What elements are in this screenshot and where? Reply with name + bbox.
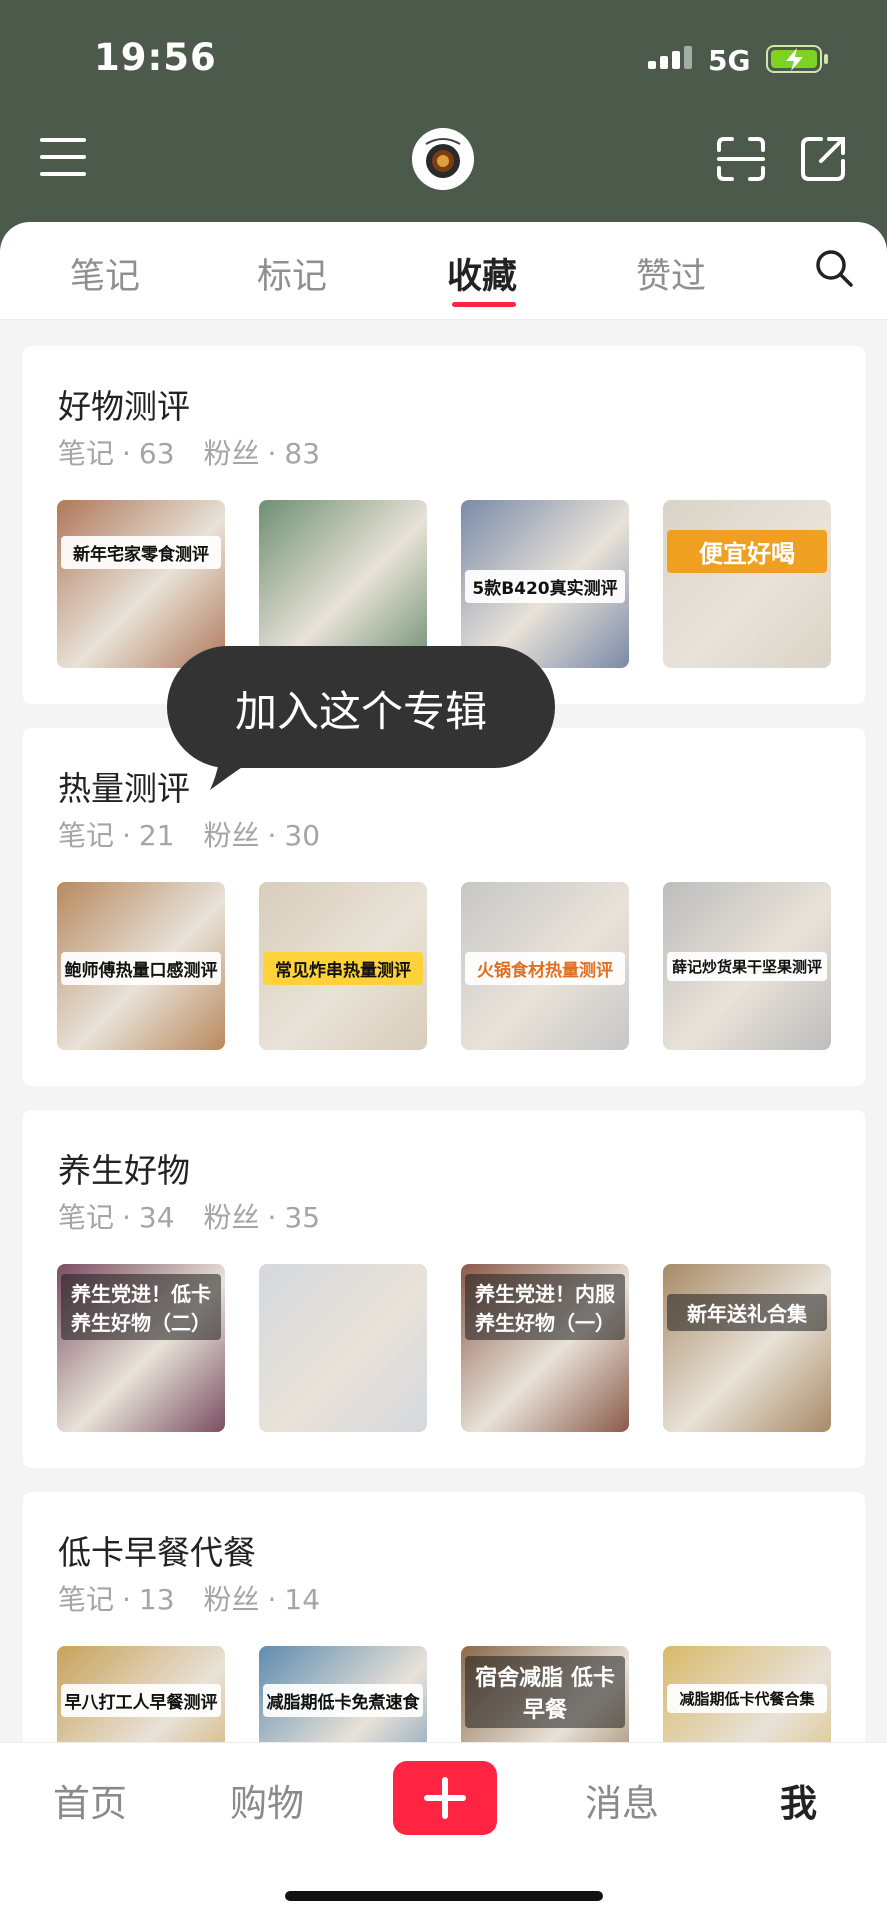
nav-home[interactable]: 首页: [53, 1773, 127, 1827]
thumbnail-caption: 宿舍减脂 低卡早餐: [465, 1656, 625, 1728]
thumbnail-caption: 新年送礼合集: [667, 1294, 827, 1331]
thumbnail-caption: 火锅食材热量测评: [465, 952, 625, 985]
notes-count: 34: [138, 1201, 175, 1234]
bottom-nav: 首页 购物 消息 我: [0, 1742, 887, 1920]
album-thumbnail[interactable]: [259, 500, 427, 668]
fans-label: 粉丝: [203, 437, 260, 470]
battery-charging-icon: [766, 45, 828, 73]
network-type: 5G: [708, 44, 751, 77]
scan-icon[interactable]: [716, 136, 766, 182]
thumbnail-caption: 养生党进！低卡养生好物（二）: [61, 1274, 221, 1340]
notes-label: 笔记: [58, 1201, 115, 1234]
notes-count: 63: [138, 437, 175, 470]
fans-label: 粉丝: [203, 1201, 260, 1234]
thumbnail-caption: 薛记炒货果干坚果测评: [667, 952, 827, 981]
publish-button[interactable]: [393, 1761, 497, 1835]
album-thumbnail[interactable]: 新年送礼合集: [663, 1264, 831, 1432]
notes-label: 笔记: [58, 1583, 115, 1616]
album-thumbnail[interactable]: 养生党进！低卡养生好物（二）: [57, 1264, 225, 1432]
fans-count: 83: [284, 437, 321, 470]
signal-icon: [648, 46, 692, 69]
menu-button[interactable]: [40, 138, 86, 176]
avatar[interactable]: [412, 128, 474, 190]
album-thumbnail[interactable]: 便宜好喝: [663, 500, 831, 668]
active-tab-indicator: [452, 302, 516, 307]
album-thumbnail[interactable]: 火锅食材热量测评: [461, 882, 629, 1050]
album-stats: 笔记 · 34 粉丝 · 35: [58, 1201, 321, 1234]
album-title: 热量测评: [58, 769, 190, 808]
nav-messages[interactable]: 消息: [585, 1773, 659, 1827]
thumbnail-caption: 鲍师傅热量口感测评: [61, 952, 221, 985]
plus-icon: [424, 1777, 466, 1819]
tooltip-tail: [180, 748, 270, 790]
thumbnail-caption: 减脂期低卡免煮速食: [263, 1684, 423, 1717]
thumbnail-caption: 养生党进！内服养生好物（一）: [465, 1274, 625, 1340]
fans-count: 30: [284, 819, 321, 852]
tooltip-text: 加入这个专辑: [234, 687, 487, 736]
album-thumbnail[interactable]: 5款B420真实测评: [461, 500, 629, 668]
album-stats: 笔记 · 63 粉丝 · 83: [58, 437, 321, 470]
thumbnail-caption: 便宜好喝: [667, 530, 827, 573]
notes-count: 21: [138, 819, 175, 852]
profile-header: 19:56 5G: [0, 0, 887, 260]
thumbnail-caption: 5款B420真实测评: [465, 570, 625, 603]
album-title: 好物测评: [58, 387, 190, 426]
fans-count: 35: [284, 1201, 321, 1234]
tab-marks[interactable]: 标记: [257, 248, 327, 299]
tab-favorites[interactable]: 收藏: [447, 248, 517, 299]
album-title: 养生好物: [58, 1151, 190, 1190]
thumbnail-caption: 常见炸串热量测评: [263, 952, 423, 985]
album-thumbnail[interactable]: [259, 1264, 427, 1432]
album-card[interactable]: 养生好物 笔记 · 34 粉丝 · 35 养生党进！低卡养生好物（二） 养生党进！内服养…: [23, 1110, 865, 1468]
nav-shop[interactable]: 购物: [230, 1773, 304, 1827]
nav-me[interactable]: 我: [780, 1773, 817, 1827]
profile-tabs: 笔记 标记 收藏 赞过: [0, 222, 887, 320]
notes-label: 笔记: [58, 819, 115, 852]
album-thumbnail[interactable]: 养生党进！内服养生好物（一）: [461, 1264, 629, 1432]
home-indicator: [285, 1891, 603, 1901]
fans-label: 粉丝: [203, 819, 260, 852]
notes-count: 13: [138, 1583, 175, 1616]
album-card[interactable]: 热量测评 笔记 · 21 粉丝 · 30 鲍师傅热量口感测评 常见炸串热量测评 火锅食材…: [23, 728, 865, 1086]
fans-count: 14: [284, 1583, 321, 1616]
thumbnail-caption: 早八打工人早餐测评: [61, 1684, 221, 1717]
tab-notes[interactable]: 笔记: [70, 248, 140, 299]
album-thumbnail[interactable]: 鲍师傅热量口感测评: [57, 882, 225, 1050]
thumbnail-caption: 减脂期低卡代餐合集: [667, 1684, 827, 1713]
tab-liked[interactable]: 赞过: [636, 248, 706, 299]
album-thumbnail[interactable]: 常见炸串热量测评: [259, 882, 427, 1050]
fans-label: 粉丝: [203, 1583, 260, 1616]
share-icon[interactable]: [799, 135, 847, 183]
album-title: 低卡早餐代餐: [58, 1533, 256, 1572]
status-bar: 19:56 5G: [0, 0, 887, 110]
status-time: 19:56: [94, 36, 217, 79]
notes-label: 笔记: [58, 437, 115, 470]
thumbnail-caption: 新年宅家零食测评: [61, 536, 221, 569]
album-stats: 笔记 · 13 粉丝 · 14: [58, 1583, 321, 1616]
search-icon[interactable]: [814, 248, 854, 288]
album-thumbnail[interactable]: 薛记炒货果干坚果测评: [663, 882, 831, 1050]
album-stats: 笔记 · 21 粉丝 · 30: [58, 819, 321, 852]
album-thumbnail[interactable]: 新年宅家零食测评: [57, 500, 225, 668]
